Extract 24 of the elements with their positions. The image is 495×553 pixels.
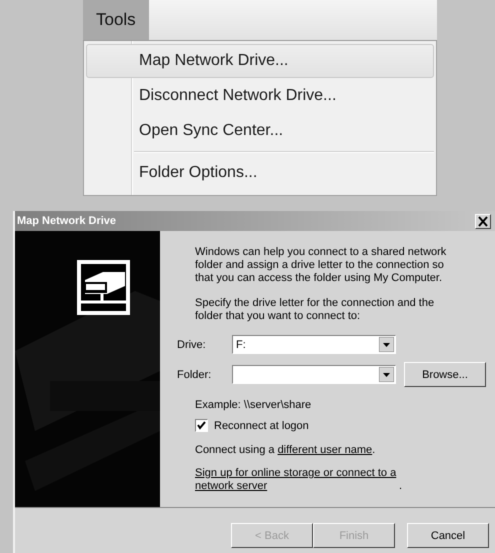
- online-storage-text: Sign up for online storage or connect to a network server .: [195, 467, 404, 493]
- intro-text: Windows can help you connect to a shared network folder and assign a drive letter to the connection so that you can access the folder using My Computer.: [195, 246, 448, 285]
- menu-item[interactable]: Map Network Drive...: [86, 44, 434, 78]
- wizard-button[interactable]: Cancel: [407, 523, 489, 548]
- menu-item[interactable]: Disconnect Network Drive...: [86, 79, 434, 113]
- tools-menu-tab[interactable]: Tools: [83, 0, 149, 40]
- window-title: Map Network Drive: [17, 215, 116, 227]
- field-label: Folder:: [177, 368, 212, 380]
- combo-field[interactable]: [232, 365, 396, 384]
- field-label: Drive:: [177, 338, 207, 350]
- checkbox-label: Reconnect at logon: [214, 420, 309, 432]
- close-icon[interactable]: [475, 214, 491, 228]
- dropdown-arrow-icon[interactable]: [379, 367, 394, 382]
- instruction-text: Specify the drive letter for the connection and the folder that you want to connect to:: [195, 297, 436, 323]
- menu-item[interactable]: Open Sync Center...: [86, 114, 434, 148]
- different-user-link[interactable]: different user name: [278, 444, 372, 456]
- combo-field[interactable]: F:: [232, 335, 396, 354]
- example-text: Example: \\server\share: [195, 399, 312, 411]
- browse-button[interactable]: Browse...: [404, 362, 486, 387]
- dropdown-arrow-icon[interactable]: [379, 337, 394, 352]
- different-user-text: Connect using a different user name.: [195, 444, 376, 457]
- online-storage-link[interactable]: Sign up for online storage or connect to a network server: [195, 467, 399, 493]
- menu-item[interactable]: Folder Options...: [86, 156, 434, 190]
- checkbox[interactable]: [195, 419, 208, 432]
